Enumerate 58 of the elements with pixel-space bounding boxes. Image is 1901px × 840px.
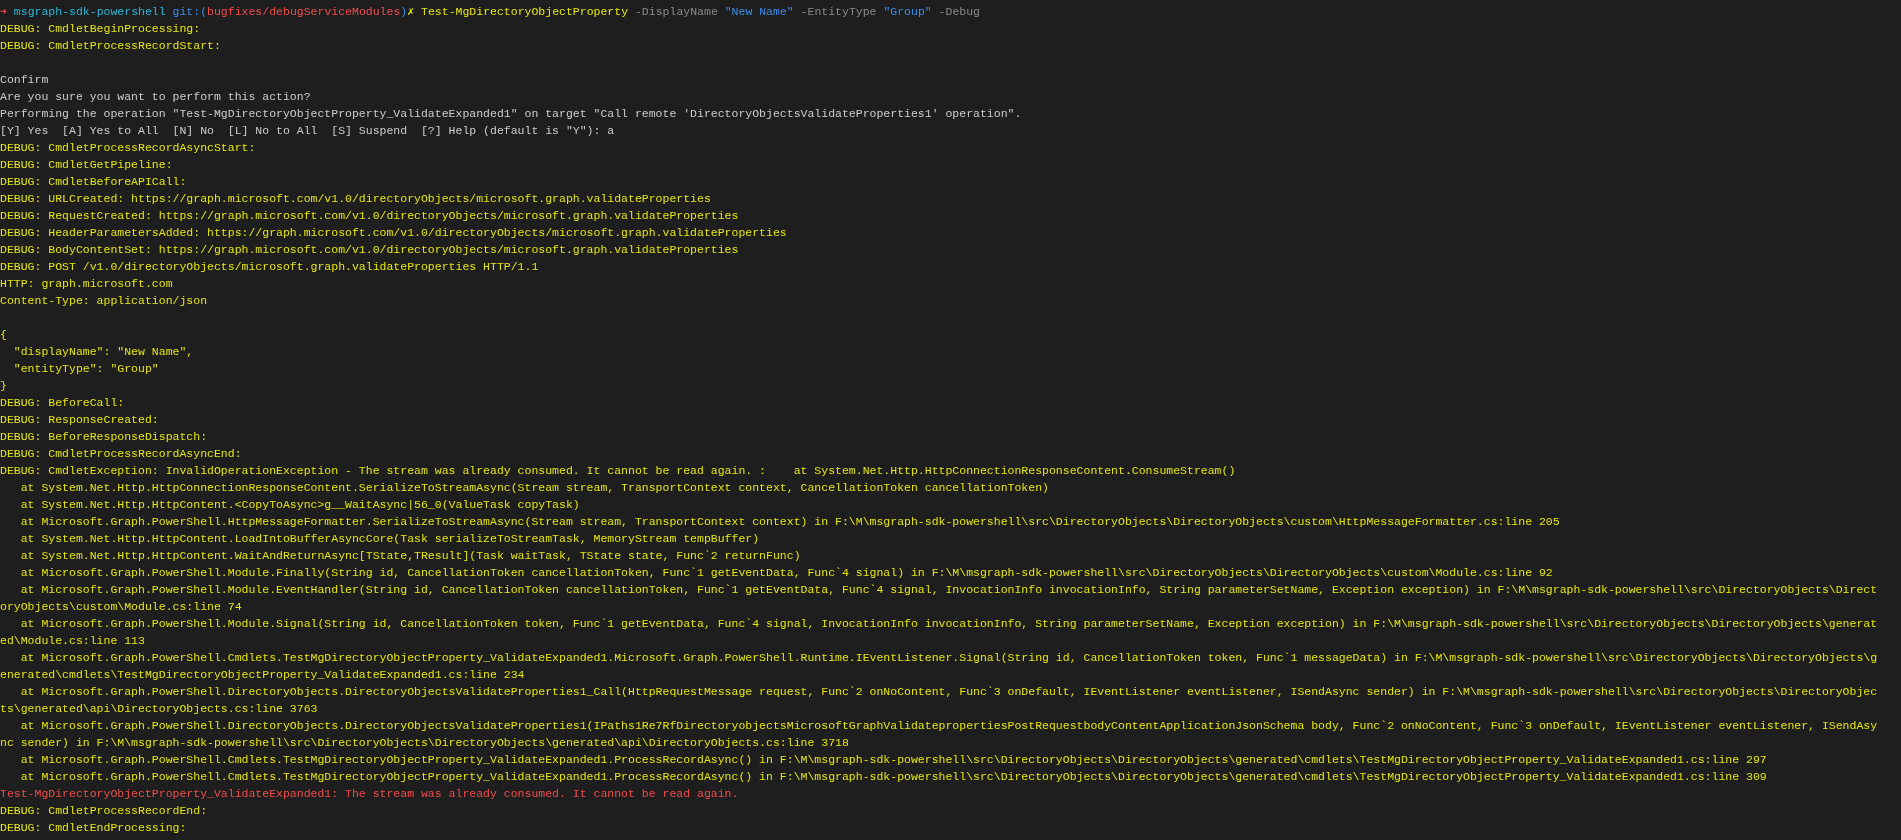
debug-output-line: DEBUG: BeforeCall: [0, 395, 125, 411]
command-name: Test-MgDirectoryObjectProperty [421, 4, 629, 20]
debug-output-line: ed\Module.cs:line 113 [0, 633, 145, 649]
debug-output-line: DEBUG: CmdletGetPipeline: [0, 157, 173, 173]
debug-output-line: at System.Net.Http.HttpContent.LoadIntoBufferAsyncCore(Task serializeToStreamTask, MemoryStream tempBuffer) [19, 531, 760, 547]
output-line: Performing the operation "Test-MgDirectoryObjectProperty_ValidateExpanded1" on target "Call remote 'DirectoryObjectsValidateProperties1' operation". [0, 106, 1022, 122]
debug-output-line: at Microsoft.Graph.PowerShell.Cmdlets.TestMgDirectoryObjectProperty_ValidateExpanded1.ProcessRecordAsync() in F:\M\msgraph-sdk-powershell\src\DirectoryObjects\DirectoryObjects\generated\cmdlets\TestMgDirectoryObjectProperty_ValidateExpanded1.cs:line 297 [19, 752, 1767, 768]
branch-name: bugfixes/debugServiceModules [207, 4, 401, 20]
debug-output-line: "displayName": "New Name", [12, 344, 194, 360]
debug-output-line: DEBUG: CmdletBeforeAPICall: [0, 174, 187, 190]
git-label: ) [400, 4, 408, 20]
error-message: Test-MgDirectoryObjectProperty_ValidateExpanded1: The stream was already consumed. It cannot be read again. [0, 786, 739, 802]
debug-output-line: at Microsoft.Graph.PowerShell.Cmdlets.TestMgDirectoryObjectProperty_ValidateExpanded1.Microsoft.Graph.PowerShell.Runtime.IEventListener.Signal(String id, CancellationToken token, Func`1 messageData) in F:\M\msgraph-sdk-powershell\src\DirectoryObjects\DirectoryObjects\g [19, 650, 1878, 666]
debug-output-line: DEBUG: CmdletProcessRecordEnd: [0, 803, 208, 819]
debug-output-line: } [0, 378, 7, 394]
debug-output-line: DEBUG: CmdletBeginProcessing: [0, 21, 201, 37]
debug-output-line: at System.Net.Http.HttpContent.<CopyToAsync>g__WaitAsync|56_0(ValueTask copyTask) [19, 497, 580, 513]
output-line: Are you sure you want to perform this action? [0, 89, 311, 105]
debug-output-line: at Microsoft.Graph.PowerShell.Module.Signal(String id, CancellationToken token, Func`1 getEventData, Func`4 signal, InvocationInfo invocationInfo, String parameterSetName, Exception exception) in F:\M\msgraph-sdk-powershell\src\DirectoryObjects\DirectoryObjects\generat [19, 616, 1878, 632]
debug-output-line: DEBUG: CmdletProcessRecordAsyncStart: [0, 140, 256, 156]
output-line: [Y] Yes [A] Yes to All [N] No [L] No to All [S] Suspend [?] Help (default is "Y"): a [0, 123, 615, 139]
debug-output-line: at Microsoft.Graph.PowerShell.DirectoryObjects.DirectoryObjectsValidateProperties1_Call(HttpRequestMessage request, Func`2 onNoContent, Func`3 onDefault, IEventListener eventListener, ISendAsync sender) in F:\M\msgraph-sdk-powershell\src\DirectoryObjects\DirectoryObjec [19, 684, 1878, 700]
debug-output-line: HTTP: graph.microsoft.com [0, 276, 173, 292]
debug-output-line: at Microsoft.Graph.PowerShell.DirectoryObjects.DirectoryObjectsValidateProperties1(IPaths1Re7RfDirectoryobjectsMicrosoftGraphValidatepropertiesPostRequestbodyContentApplicationJsonSchema body, Func`2 onNoContent, Func`3 onDefault, IEventListener eventListener, ISendAsy [19, 718, 1878, 734]
debug-output-line: DEBUG: HeaderParametersAdded: https://graph.microsoft.com/v1.0/directoryObjects/microsoft.graph.validateProperties [0, 225, 787, 241]
debug-output-line: DEBUG: RequestCreated: https://graph.microsoft.com/v1.0/directoryObjects/microsoft.graph.validateProperties [0, 208, 739, 224]
debug-output-line: at Microsoft.Graph.PowerShell.Module.EventHandler(String id, CancellationToken cancellationToken, Func`1 getEventData, Func`4 signal, InvocationInfo invocationInfo, String parameterSetName, Exception exception) in F:\M\msgraph-sdk-powershell\src\DirectoryObjects\Direct [19, 582, 1878, 598]
debug-output-line: nc sender) in F:\M\msgraph-sdk-powershell\src\DirectoryObjects\DirectoryObjects\generated\api\DirectoryObjects.cs:line 3718 [0, 735, 849, 751]
debug-output-line: DEBUG: CmdletEndProcessing: [0, 820, 187, 836]
debug-output-line: DEBUG: BeforeResponseDispatch: [0, 429, 208, 445]
directory-name: msgraph-sdk-powershell [13, 4, 166, 20]
parameter-name: -Debug [938, 4, 981, 20]
debug-output-line: { [0, 327, 7, 343]
debug-output-line: DEBUG: BodyContentSet: https://graph.microsoft.com/v1.0/directoryObjects/microsoft.graph.validateProperties [0, 242, 739, 258]
debug-output-line: ts\generated\api\DirectoryObjects.cs:line 3763 [0, 701, 318, 717]
debug-output-line: DEBUG: POST /v1.0/directoryObjects/microsoft.graph.validateProperties HTTP/1.1 [0, 259, 539, 275]
git-label: git:( [172, 4, 208, 20]
debug-output-line: at System.Net.Http.HttpConnectionResponseContent.SerializeToStreamAsync(Stream stream, TransportContext context, CancellationToken cancellationToken) [19, 480, 1049, 496]
debug-output-line: DEBUG: CmdletProcessRecordAsyncEnd: [0, 446, 242, 462]
parameter-value: "Group" [883, 4, 932, 20]
parameter-name: -EntityType [800, 4, 877, 20]
debug-output-line: at Microsoft.Graph.PowerShell.Module.Finally(String id, CancellationToken cancellationToken, Func`1 getEventData, Func`4 signal) in F:\M\msgraph-sdk-powershell\src\DirectoryObjects\DirectoryObjects\custom\Module.cs:line 92 [19, 565, 1553, 581]
debug-output-line: Content-Type: application/json [0, 293, 208, 309]
debug-output-line: DEBUG: URLCreated: https://graph.microsoft.com/v1.0/directoryObjects/microsoft.graph.validateProperties [0, 191, 711, 207]
debug-output-line: DEBUG: ResponseCreated: [0, 412, 159, 428]
dirty-marker: ✗ [407, 4, 415, 20]
debug-output-line: DEBUG: CmdletProcessRecordStart: [0, 38, 221, 54]
debug-output-line: at Microsoft.Graph.PowerShell.Cmdlets.TestMgDirectoryObjectProperty_ValidateExpanded1.ProcessRecordAsync() in F:\M\msgraph-sdk-powershell\src\DirectoryObjects\DirectoryObjects\generated\cmdlets\TestMgDirectoryObjectProperty_ValidateExpanded1.cs:line 309 [19, 769, 1767, 785]
output-line: Confirm [0, 72, 49, 88]
debug-output-line: DEBUG: CmdletException: InvalidOperationException - The stream was already consumed. It cannot be read again. : at System.Net.Http.HttpConnectionResponseContent.ConsumeStream() [0, 463, 1236, 479]
debug-output-line: at Microsoft.Graph.PowerShell.HttpMessageFormatter.SerializeToStreamAsync(Stream stream, TransportContext context) in F:\M\msgraph-sdk-powershell\src\DirectoryObjects\DirectoryObjects\custom\HttpMessageFormatter.cs:line 205 [19, 514, 1560, 530]
debug-output-line: oryObjects\custom\Module.cs:line 74 [0, 599, 242, 615]
debug-output-line: "entityType": "Group" [12, 361, 159, 377]
debug-output-line: enerated\cmdlets\TestMgDirectoryObjectProperty_ValidateExpanded1.cs:line 234 [0, 667, 525, 683]
prompt-arrow: ➜ [0, 4, 7, 20]
parameter-name: -DisplayName [634, 4, 718, 20]
debug-output-line: at System.Net.Http.HttpContent.WaitAndReturnAsync[TState,TResult](Task waitTask, TState state, Func`2 returnFunc) [19, 548, 801, 564]
parameter-value: "New Name" [724, 4, 794, 20]
